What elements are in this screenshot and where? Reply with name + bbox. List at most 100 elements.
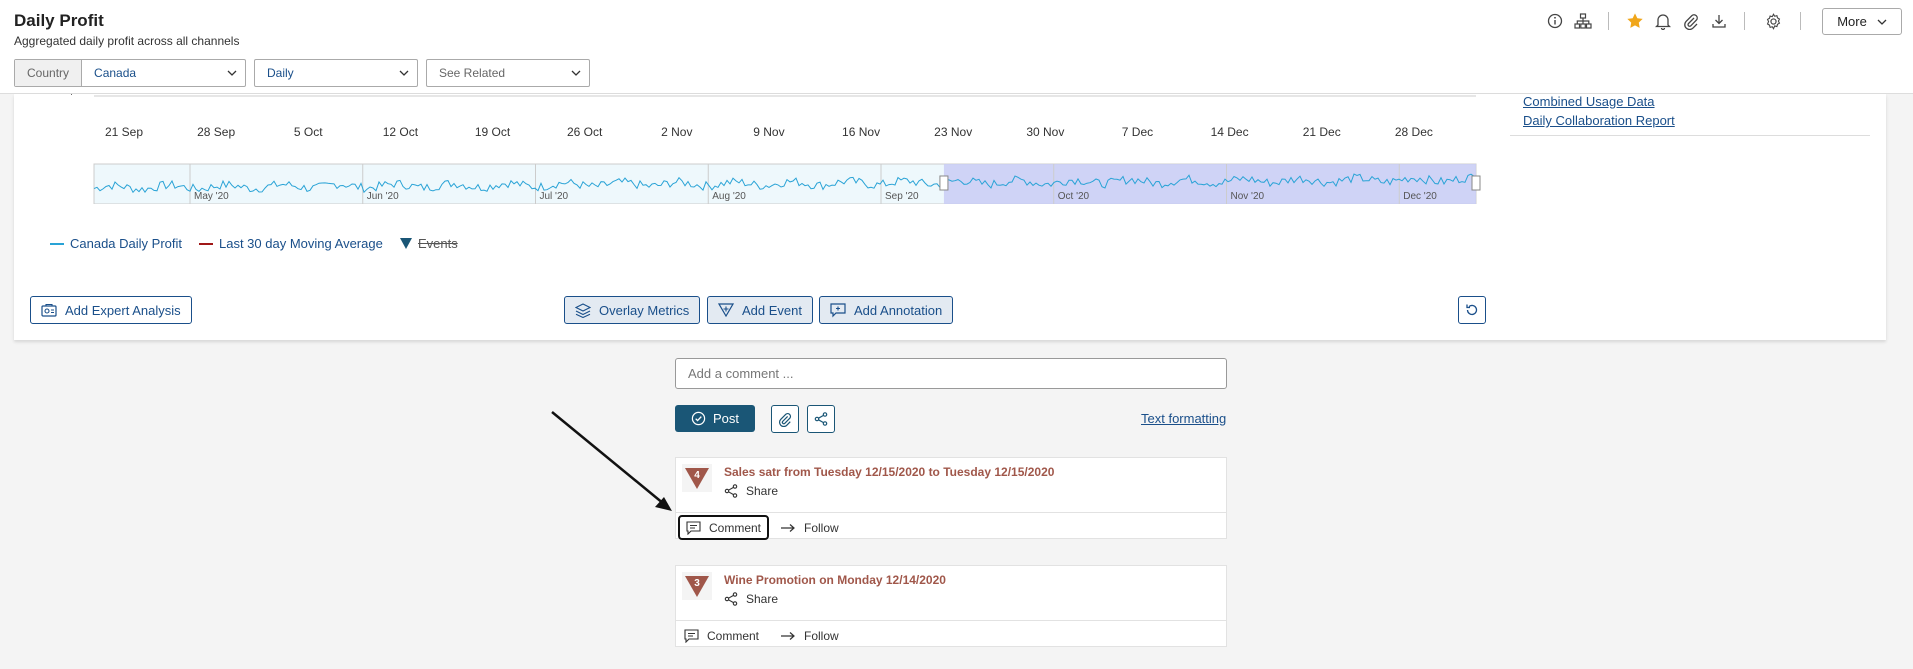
period-select-value: Daily xyxy=(267,66,294,80)
country-filter-label: Country xyxy=(15,60,83,86)
navigator-handle xyxy=(1471,175,1481,191)
series-color-swatch xyxy=(199,242,213,245)
navigator-month-label: Dec '20 xyxy=(1403,191,1437,202)
more-button[interactable]: More xyxy=(1822,8,1902,35)
navigator-month-label: Jul '20 xyxy=(540,191,569,202)
legend-events[interactable]: Events xyxy=(400,236,458,251)
navigator-selection xyxy=(943,164,1476,204)
navigator-month-label: Oct '20 xyxy=(1058,191,1090,202)
event-card: 3 Wine Promotion on Monday 12/14/2020 Sh… xyxy=(675,565,1227,647)
expert-icon xyxy=(41,303,57,317)
page-title: Daily Profit xyxy=(14,11,104,30)
toolbar-divider xyxy=(1800,12,1801,30)
event-share-link[interactable]: Share xyxy=(724,592,778,606)
arrow-right-icon xyxy=(781,524,795,532)
toolbar-divider xyxy=(1744,12,1745,30)
chevron-down-icon xyxy=(563,70,589,76)
button-label: Add Event xyxy=(742,302,802,318)
navigator-month-label: Jun '20 xyxy=(367,191,399,202)
overlay-metrics-button[interactable]: Overlay Metrics xyxy=(564,296,701,324)
add-annotation-button[interactable]: Add Annotation xyxy=(819,296,954,324)
event-count-badge: 4 xyxy=(682,464,712,492)
see-related-select[interactable]: See Related xyxy=(426,59,590,87)
event-comment-button[interactable]: Comment xyxy=(678,515,770,540)
event-comment-button[interactable]: Comment xyxy=(684,626,759,646)
arrow-right-icon xyxy=(781,632,795,640)
event-share-link[interactable]: Share xyxy=(724,484,778,498)
legend-label: Canada Daily Profit xyxy=(70,236,182,251)
comment-icon xyxy=(684,629,699,643)
event-count-badge: 3 xyxy=(682,572,712,600)
star-icon[interactable] xyxy=(1624,10,1646,32)
x-tick-label: 26 Oct xyxy=(567,125,603,139)
post-label: Post xyxy=(712,411,739,426)
event-card: 4 Sales satr from Tuesday 12/15/2020 to … xyxy=(675,457,1227,540)
see-related-value: See Related xyxy=(439,66,506,80)
follow-label: Follow xyxy=(804,521,839,535)
x-tick-label: 9 Nov xyxy=(753,125,784,139)
event-title[interactable]: Wine Promotion on Monday 12/14/2020 xyxy=(724,573,946,587)
country-filter-value: Canada xyxy=(94,66,137,80)
check-circle-icon xyxy=(691,411,706,426)
legend-series-moving-average[interactable]: Last 30 day Moving Average xyxy=(199,236,383,251)
add-event-button[interactable]: Add Event xyxy=(707,296,813,324)
navigator-month-label: May '20 xyxy=(194,191,229,202)
navigator-month-label: Aug '20 xyxy=(712,191,746,202)
post-button[interactable]: Post xyxy=(675,405,755,432)
event-divider xyxy=(676,512,1226,513)
x-tick-label: 23 Nov xyxy=(934,125,972,139)
x-tick-label: 5 Oct xyxy=(294,125,323,139)
navigator-month-label: Sep '20 xyxy=(885,191,919,202)
event-triangle-icon xyxy=(400,238,412,249)
share-label: Share xyxy=(746,484,779,498)
event-title[interactable]: Sales satr from Tuesday 12/15/2020 to Tu… xyxy=(724,465,1054,479)
navigator-handle xyxy=(939,175,949,191)
download-icon[interactable] xyxy=(1708,10,1730,32)
annotation-icon xyxy=(830,302,846,317)
add-expert-analysis-button[interactable]: Add Expert Analysis xyxy=(30,296,192,324)
gear-icon[interactable] xyxy=(1762,10,1784,32)
button-label: Add Annotation xyxy=(854,302,943,318)
button-label: Add Expert Analysis xyxy=(65,302,181,318)
x-tick-label: 30 Nov xyxy=(1026,125,1064,139)
paperclip-icon xyxy=(778,412,791,427)
follow-label: Follow xyxy=(804,629,839,643)
related-link-combined-usage[interactable]: Combined Usage Data xyxy=(1523,94,1655,109)
header-bar: Daily Profit Aggregated daily profit acr… xyxy=(0,0,1913,94)
attach-button[interactable] xyxy=(771,405,799,433)
x-tick-label: 12 Oct xyxy=(383,125,419,139)
related-link-daily-collaboration[interactable]: Daily Collaboration Report xyxy=(1523,113,1675,128)
page-subtitle: Aggregated daily profit across all chann… xyxy=(14,34,240,48)
x-tick-label: 21 Sep xyxy=(105,125,143,139)
share-button[interactable] xyxy=(807,405,835,433)
comment-icon xyxy=(686,520,701,535)
chevron-down-icon xyxy=(1877,19,1887,25)
event-follow-button[interactable]: Follow xyxy=(780,626,839,646)
x-tick-label: 28 Dec xyxy=(1395,125,1433,139)
hierarchy-icon[interactable] xyxy=(1572,10,1594,32)
x-tick-label: 2 Nov xyxy=(661,125,692,139)
navigator-month-label: Nov '20 xyxy=(1231,191,1265,202)
legend-series-profit[interactable]: Canada Daily Profit xyxy=(50,236,182,251)
chart-card: Combined Usage Data Daily Collaboration … xyxy=(14,94,1886,340)
paperclip-icon[interactable] xyxy=(1680,10,1702,32)
period-select[interactable]: Daily xyxy=(254,59,418,87)
series-color-swatch xyxy=(50,242,64,245)
chevron-down-icon xyxy=(391,70,417,76)
event-count: 4 xyxy=(694,470,700,481)
country-filter[interactable]: Country Canada xyxy=(14,59,246,87)
x-tick-label: 7 Dec xyxy=(1122,125,1153,139)
text-formatting-link[interactable]: Text formatting xyxy=(1141,411,1226,426)
event-follow-button[interactable]: Follow xyxy=(780,518,839,538)
chevron-down-icon xyxy=(219,70,245,76)
x-tick-label: 21 Dec xyxy=(1303,125,1341,139)
profit-chart: $100k21 Sep28 Sep5 Oct12 Oct19 Oct26 Oct… xyxy=(68,94,1481,204)
event-count: 3 xyxy=(694,578,700,589)
event-triangle-icon xyxy=(718,303,734,317)
comment-input[interactable]: Add a comment ... xyxy=(675,358,1227,389)
share-icon xyxy=(814,412,828,426)
reset-button[interactable] xyxy=(1458,296,1486,324)
bell-icon[interactable] xyxy=(1652,10,1674,32)
info-icon[interactable] xyxy=(1544,10,1566,32)
legend-label: Last 30 day Moving Average xyxy=(219,236,383,251)
